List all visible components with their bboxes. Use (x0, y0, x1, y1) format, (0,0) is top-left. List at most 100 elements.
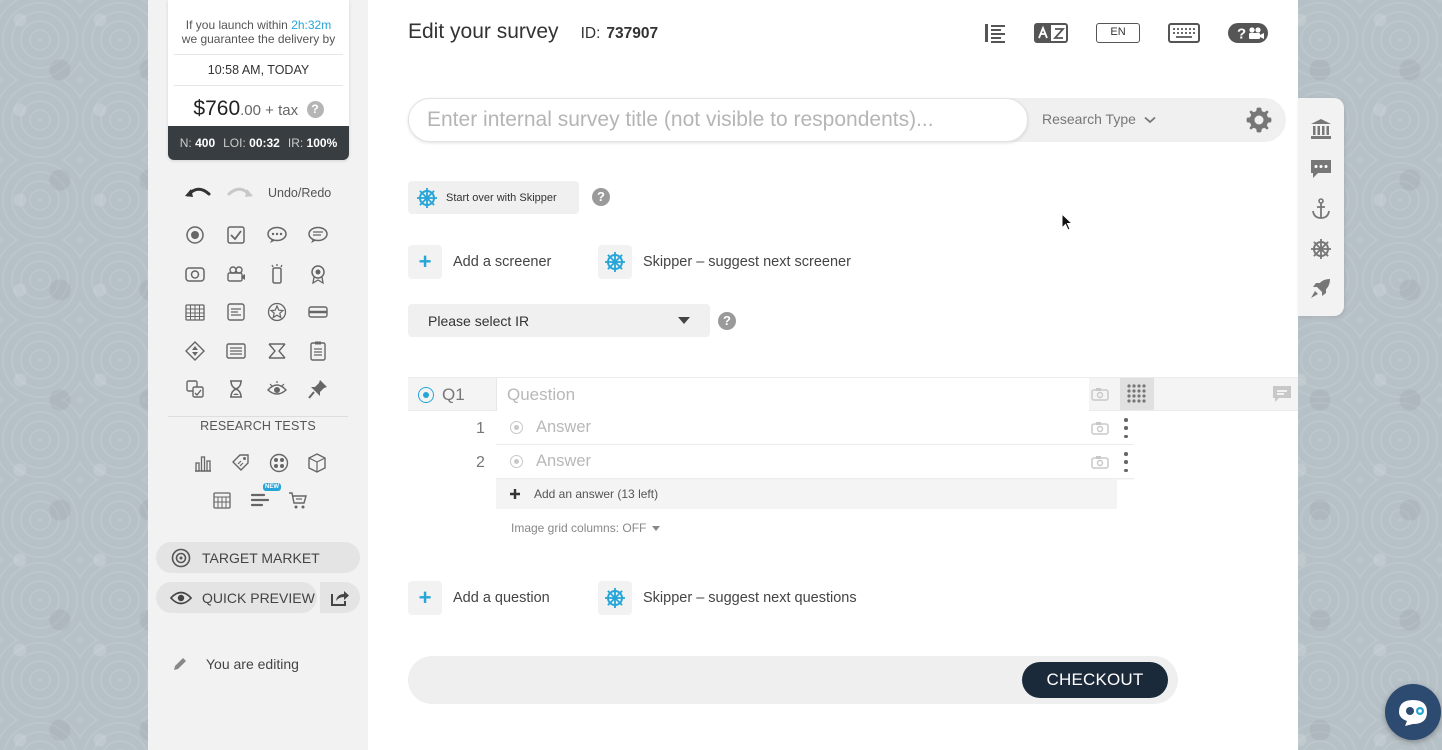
image-grid-columns-dropdown[interactable]: Image grid columns: OFF (511, 521, 661, 535)
eye-tracking-icon[interactable] (266, 378, 288, 400)
undo-icon[interactable] (184, 186, 212, 200)
question-text-input[interactable] (496, 378, 1089, 411)
target-icon (170, 547, 192, 569)
translate-icon[interactable] (1034, 20, 1068, 46)
ship-wheel-icon[interactable] (1309, 237, 1333, 261)
multiple-choice-icon[interactable] (225, 224, 247, 246)
ir-value: 100% (306, 136, 338, 150)
undo-redo: Undo/Redo (184, 186, 331, 200)
grid-test-icon[interactable] (211, 489, 233, 511)
price-cents: .00 + tax (240, 102, 299, 119)
mobile-tap-icon[interactable] (266, 263, 288, 285)
question-image-camera-icon[interactable] (1091, 387, 1109, 401)
header-toolbar: EN ? (984, 20, 1268, 46)
start-over-skipper-label: Start over with Skipper (446, 191, 557, 204)
add-question-button[interactable]: + Add a question (408, 581, 550, 615)
delivery-time: 10:58 AM, TODAY (207, 63, 310, 77)
start-over-skipper-button[interactable]: Start over with Skipper (408, 181, 579, 214)
ship-wheel-icon (598, 581, 632, 615)
drag-handle-grid-icon[interactable] (1120, 378, 1154, 410)
timer-icon[interactable] (225, 378, 247, 400)
add-screener-label: Add a screener (453, 254, 552, 270)
video-icon[interactable] (225, 263, 247, 285)
launch-guarantee-text: If you launch within 2h:32m we guarantee… (181, 18, 336, 46)
pencil-icon (174, 658, 186, 670)
matrix-icon[interactable] (184, 301, 206, 323)
keyboard-icon[interactable] (1168, 20, 1200, 46)
editing-label: You are editing (206, 656, 299, 672)
launch-countdown: 2h:32m (291, 18, 332, 32)
checklist-icon[interactable] (307, 340, 329, 362)
research-type-dropdown[interactable]: Research Type (1042, 111, 1156, 127)
survey-title-bar: Research Type (408, 98, 1286, 142)
text-block-icon[interactable] (225, 340, 247, 362)
outline-icon[interactable] (984, 20, 1006, 46)
answer-input[interactable] (536, 445, 1076, 478)
chat-assistant-button[interactable] (1385, 684, 1441, 740)
price-divider (174, 54, 343, 55)
share-preview-button[interactable] (320, 582, 360, 613)
answer-input[interactable] (536, 411, 1076, 444)
text-comment-icon[interactable] (307, 224, 329, 246)
max-diff-icon[interactable] (184, 340, 206, 362)
language-selector[interactable]: EN (1096, 20, 1140, 46)
star-rating-icon[interactable] (266, 301, 288, 323)
answer-image-camera-icon[interactable] (1091, 455, 1109, 469)
image-icon[interactable] (184, 263, 206, 285)
plus-icon: + (408, 245, 442, 279)
comments-icon[interactable] (1309, 157, 1333, 181)
open-end-icon[interactable] (266, 224, 288, 246)
quick-preview-button[interactable]: QUICK PREVIEW (156, 582, 317, 613)
new-test-icon[interactable]: NEW (249, 483, 281, 511)
answer-row (496, 445, 1134, 479)
answer-image-camera-icon[interactable] (1091, 421, 1109, 435)
answer-radio-icon (510, 421, 523, 434)
anchor-icon[interactable] (1309, 197, 1333, 221)
sample-size: 400 (195, 136, 216, 150)
help-video-icon[interactable]: ? (1228, 20, 1268, 46)
question-comment-icon[interactable] (1272, 385, 1292, 403)
answer-menu-kebab-icon[interactable] (1124, 418, 1128, 438)
survey-title-input[interactable] (408, 98, 1028, 142)
card-sort-icon[interactable] (266, 340, 288, 362)
skipper-suggest-questions-button[interactable]: Skipper – suggest next questions (598, 581, 857, 615)
survey-settings-gear-icon[interactable] (1246, 107, 1272, 133)
question-type-palette (184, 224, 332, 400)
ship-wheel-icon (598, 245, 632, 279)
concept-test-icon[interactable] (268, 452, 290, 474)
plus-icon: + (408, 581, 442, 615)
image-choice-icon[interactable] (184, 378, 206, 400)
single-choice-icon[interactable] (184, 224, 206, 246)
checkout-bar: CHECKOUT (408, 656, 1178, 704)
rocket-icon[interactable] (1309, 276, 1333, 300)
image-grid-label: Image grid columns: OFF (511, 521, 647, 535)
slider-icon[interactable] (307, 301, 329, 323)
target-market-button[interactable]: TARGET MARKET (156, 542, 360, 573)
chevron-down-icon (1144, 116, 1156, 124)
caret-down-icon (678, 317, 690, 324)
answer-row (496, 411, 1134, 445)
pin-icon[interactable] (307, 378, 329, 400)
add-answer-button[interactable]: Add an answer (13 left) (496, 479, 1117, 509)
skipper-suggest-screener-button[interactable]: Skipper – suggest next screener (598, 245, 851, 279)
plus-icon (510, 489, 520, 499)
ranking-icon[interactable] (225, 301, 247, 323)
skipper-help-icon[interactable]: ? (592, 188, 610, 206)
bar-chart-icon[interactable] (192, 452, 214, 474)
package-test-icon[interactable] (306, 452, 328, 474)
price-tag-icon[interactable] (230, 452, 252, 474)
answer-menu-kebab-icon[interactable] (1124, 452, 1128, 472)
ir-select-label: Please select IR (428, 312, 530, 329)
checkout-button[interactable]: CHECKOUT (1022, 662, 1168, 698)
redo-icon[interactable] (226, 186, 254, 200)
rating-badge-icon[interactable] (307, 263, 329, 285)
add-screener-button[interactable]: + Add a screener (408, 245, 551, 279)
ir-help-icon[interactable]: ? (718, 312, 736, 330)
library-icon[interactable] (1309, 117, 1333, 141)
question-type-radio-icon[interactable] (418, 387, 434, 403)
price-help-icon[interactable]: ? (306, 101, 324, 118)
ir-select-dropdown[interactable]: Please select IR (408, 304, 710, 337)
cart-test-icon[interactable] (287, 489, 309, 511)
answer-number: 1 (476, 420, 485, 437)
eye-icon (170, 587, 192, 609)
